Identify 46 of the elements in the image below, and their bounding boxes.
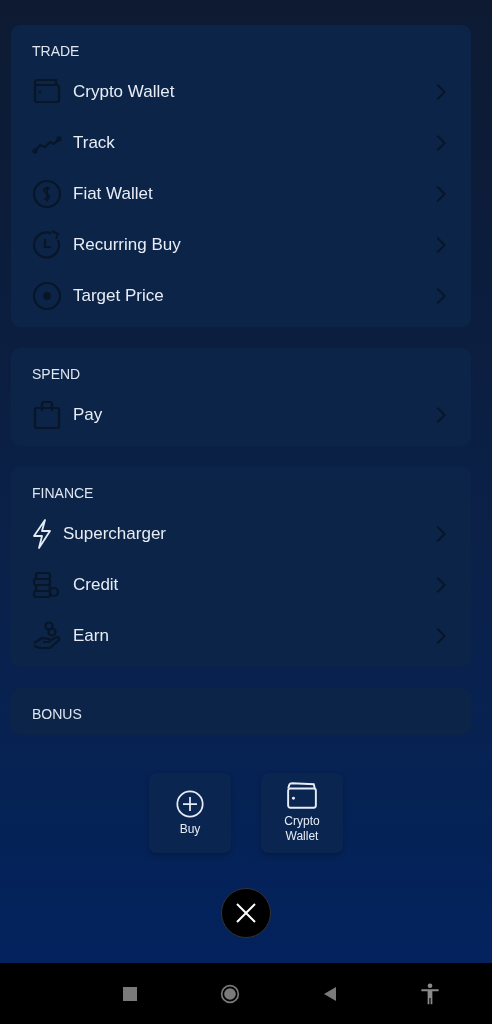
menu-item-label: Pay (73, 404, 104, 425)
menu-item-label: Crypto Wallet (73, 81, 176, 102)
accessibility-icon[interactable] (420, 982, 440, 1005)
chevron-icon (435, 575, 447, 594)
close-icon (234, 901, 258, 925)
menu-item[interactable]: Track (32, 117, 471, 168)
target-icon (32, 280, 62, 311)
coin-stack-icon (32, 569, 62, 600)
chevron-icon (435, 133, 447, 152)
menu-item[interactable]: Fiat Wallet (32, 168, 471, 219)
chevron-icon (435, 405, 447, 424)
clock-refresh-icon (32, 229, 62, 260)
menu-item[interactable]: Target Price (32, 270, 471, 321)
plus-circle-icon (174, 789, 206, 818)
chevron-icon (435, 184, 447, 203)
close-button[interactable] (221, 888, 271, 938)
lightning-icon (32, 518, 52, 549)
chevron-icon (435, 626, 447, 645)
wallet-icon (286, 782, 318, 810)
hand-coin-icon (32, 620, 62, 651)
menu-item-label: Recurring Buy (73, 234, 182, 255)
quick-action-button[interactable]: Crypto Wallet (261, 773, 343, 853)
menu-item-label: Track (73, 132, 116, 153)
menu-item[interactable]: Credit (32, 559, 471, 610)
shopping-bag-icon (32, 399, 62, 430)
menu-item-label: Supercharger (63, 523, 167, 544)
section-title: SPEND (32, 365, 82, 383)
chevron-icon (435, 82, 447, 101)
menu-item-label: Target Price (73, 285, 165, 306)
menu-item-label: Credit (73, 574, 120, 595)
quick-action-button[interactable]: Buy (149, 773, 231, 853)
dollar-coin-icon (32, 178, 62, 209)
home-icon[interactable] (220, 982, 240, 1005)
chevron-icon (435, 524, 447, 543)
menu-item[interactable]: Recurring Buy (32, 219, 471, 270)
menu-item[interactable]: Supercharger (32, 508, 471, 559)
menu-item-label: Fiat Wallet (73, 183, 154, 204)
menu-item[interactable]: Pay (32, 389, 471, 440)
chevron-icon (435, 286, 447, 305)
section-title: BONUS (32, 705, 83, 723)
menu-item[interactable]: Crypto Wallet (32, 66, 471, 117)
menu-item-label: Earn (73, 625, 110, 646)
menu-item[interactable]: Earn (32, 610, 471, 661)
chevron-icon (435, 235, 447, 254)
section-title: TRADE (32, 42, 81, 60)
section-title: FINANCE (32, 484, 95, 502)
